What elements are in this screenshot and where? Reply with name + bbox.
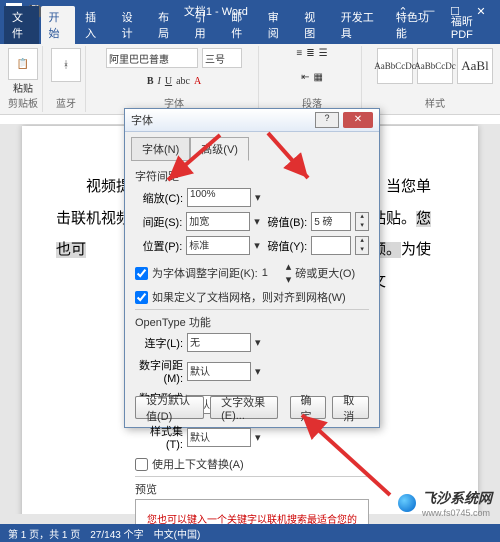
group-clipboard: 📋 粘贴 剪贴板 (4, 46, 43, 112)
group-paragraph: ≡ ≣ ☰ ⇤ ▦ 段落 (263, 46, 362, 112)
status-page[interactable]: 第 1 页，共 1 页 (8, 526, 80, 541)
tab-references[interactable]: 引用 (187, 6, 222, 44)
dialog-help-button[interactable]: ? (315, 112, 339, 128)
chevron-down-icon[interactable]: ▾ (255, 365, 261, 378)
ligatures-label: 连字(L): (135, 335, 183, 351)
kerning-spinner[interactable]: ▴▾ (286, 260, 292, 286)
style-heading1[interactable]: AaBl (457, 48, 493, 84)
group-label-clipboard: 剪贴板 (8, 95, 38, 110)
tab-mailings[interactable]: 邮件 (223, 6, 258, 44)
preview-label: 预览 (135, 481, 369, 497)
chevron-down-icon[interactable]: ▾ (255, 336, 261, 349)
tab-layout[interactable]: 布局 (150, 6, 185, 44)
spacing-combo[interactable]: 加宽 (186, 212, 250, 231)
snap-grid-label: 如果定义了文档网格，则对齐到网格(W) (152, 289, 346, 305)
paste-label: 粘贴 (13, 80, 33, 95)
watermark: 飞沙系统网 www.fs0745.com (398, 488, 492, 518)
scale-combo[interactable]: 100% (187, 188, 251, 207)
strike-button[interactable]: abc (176, 76, 190, 87)
group-font: 阿里巴巴普惠 三号 B I U abc A 字体 (90, 46, 259, 112)
position-pt-label: 磅值(Y): (264, 238, 307, 254)
tab-developer[interactable]: 开发工具 (333, 6, 386, 44)
chevron-down-icon[interactable]: ▾ (254, 215, 260, 228)
status-language[interactable]: 中文(中国) (154, 526, 201, 541)
set-default-button[interactable]: 设为默认值(D) (135, 396, 204, 419)
style-nospacing[interactable]: AaBbCcDc (417, 48, 453, 84)
group-label-bt: 蓝牙 (56, 95, 76, 110)
section-spacing-label: 字符间距 (135, 168, 369, 184)
section-opentype-label: OpenType 功能 (135, 314, 369, 330)
tab-home[interactable]: 开始 (41, 6, 76, 44)
dialog-tab-font[interactable]: 字体(N) (131, 137, 190, 161)
cancel-button[interactable]: 取消 (332, 396, 369, 419)
underline-button[interactable]: U (165, 76, 172, 87)
tab-review[interactable]: 审阅 (260, 6, 295, 44)
snap-grid-checkbox[interactable] (135, 291, 148, 304)
tab-design[interactable]: 设计 (114, 6, 149, 44)
bullets-button[interactable]: ≡ (296, 48, 302, 59)
scale-label: 缩放(C): (135, 190, 183, 206)
body-text: 为使 (401, 242, 431, 258)
ok-button[interactable]: 确定 (290, 396, 327, 419)
kerning-checkbox[interactable] (135, 267, 148, 280)
position-pt-spinner[interactable]: ▴▾ (355, 236, 369, 255)
font-family-combo[interactable]: 阿里巴巴普惠 (106, 48, 198, 68)
tab-foxit-pdf[interactable]: 福昕PDF (443, 10, 496, 44)
chevron-down-icon[interactable]: ▾ (255, 431, 261, 444)
style-normal[interactable]: AaBbCcDc (377, 48, 413, 84)
spacing-pt-spinner[interactable]: ▴▾ (355, 212, 369, 231)
group-styles: AaBbCcDc AaBbCcDc AaBl 样式 (366, 46, 500, 112)
shading-button[interactable]: ▦ (313, 72, 322, 83)
spacing-label: 间距(S): (135, 214, 182, 230)
dialog-close-button[interactable]: ✕ (343, 112, 373, 128)
bold-button[interactable]: B (147, 76, 154, 87)
ligatures-combo[interactable]: 无 (187, 333, 251, 352)
tab-view[interactable]: 视图 (296, 6, 331, 44)
bluetooth-icon[interactable]: ᚼ (51, 48, 81, 82)
spacing-pt-label: 磅值(B): (264, 214, 307, 230)
font-size-combo[interactable]: 三号 (202, 48, 242, 68)
watermark-brand: 飞沙系统网 (422, 488, 492, 508)
kerning-value-input[interactable]: 1 (262, 267, 282, 279)
numspacing-label: 数字间距(M): (135, 357, 183, 385)
tab-insert[interactable]: 插入 (77, 6, 112, 44)
font-color-button[interactable]: A (194, 76, 201, 87)
kerning-label: 为字体调整字间距(K): (152, 265, 258, 281)
styleset-combo[interactable]: 默认 (187, 428, 251, 447)
text-effects-button[interactable]: 文字效果(E)... (210, 396, 277, 419)
watermark-url: www.fs0745.com (422, 508, 492, 518)
dialog-tab-advanced[interactable]: 高级(V) (190, 137, 249, 161)
paste-button[interactable]: 📋 (8, 48, 38, 80)
dialog-title: 字体 (131, 112, 313, 128)
chevron-down-icon[interactable]: ▾ (254, 239, 260, 252)
contextual-label: 使用上下文替换(A) (152, 456, 244, 472)
chevron-down-icon[interactable]: ▾ (255, 191, 261, 204)
watermark-logo-icon (398, 494, 416, 512)
font-dialog: 字体 ? ✕ 字体(N) 高级(V) 字符间距 缩放(C): 100% ▾ 间距… (124, 108, 380, 428)
spacing-pt-input[interactable]: 5 磅 (311, 212, 351, 231)
styleset-label: 样式集(T): (135, 423, 183, 451)
group-bluetooth: ᚼ 蓝牙 (47, 46, 86, 112)
group-label-styles: 样式 (425, 95, 445, 110)
numspacing-combo[interactable]: 默认 (187, 362, 251, 381)
indent-button[interactable]: ⇤ (301, 72, 309, 83)
numbering-button[interactable]: ≣ (306, 48, 314, 59)
status-wordcount[interactable]: 27/143 个字 (90, 526, 143, 541)
kerning-unit-label: 磅或更大(O) (295, 265, 355, 281)
position-combo[interactable]: 标准 (186, 236, 250, 255)
italic-button[interactable]: I (157, 76, 160, 87)
file-tab[interactable]: 文件 (4, 6, 39, 44)
tab-special[interactable]: 特色功能 (388, 6, 441, 44)
position-pt-input[interactable] (311, 236, 351, 255)
position-label: 位置(P): (135, 238, 182, 254)
align-button[interactable]: ☰ (319, 48, 328, 59)
contextual-checkbox[interactable] (135, 458, 148, 471)
